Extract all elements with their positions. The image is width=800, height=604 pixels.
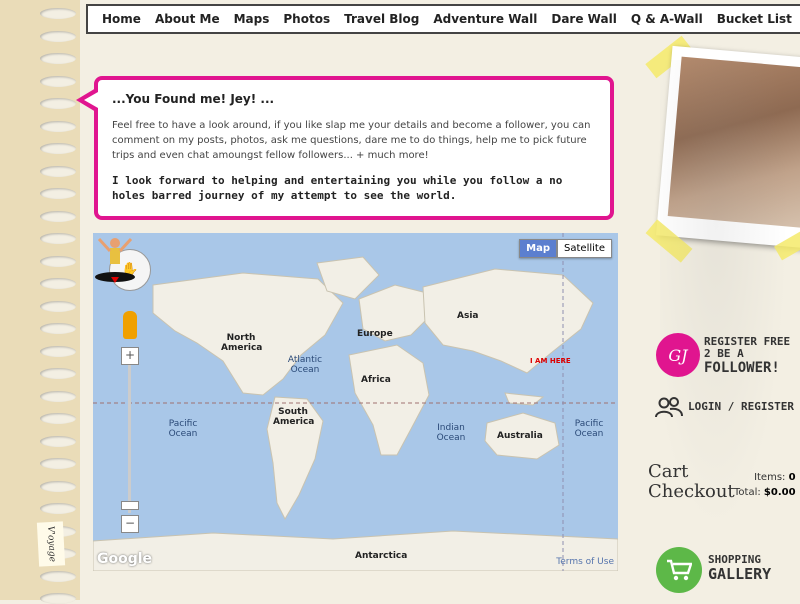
google-logo: Google: [97, 551, 153, 567]
background-sketch: [660, 60, 800, 580]
cart-total-label: Total:: [734, 487, 761, 498]
zoom-slider-track[interactable]: [128, 365, 131, 513]
paper-hole: [40, 75, 76, 87]
cart-title-line1: Cart: [648, 461, 689, 482]
shop-line2: GALLERY: [708, 565, 772, 583]
label-north-america: North America: [221, 333, 263, 353]
main-nav: Home About Me Maps Photos Travel Blog Ad…: [86, 4, 800, 34]
welcome-title: ...You Found me! Jey! ...: [112, 92, 275, 106]
nav-maps[interactable]: Maps: [234, 12, 270, 26]
register-line3: FOLLOWER!: [704, 360, 780, 376]
paper-hole: [40, 368, 76, 379]
paper-hole: [40, 53, 76, 64]
label-australia: Australia: [497, 431, 543, 441]
paper-hole: [40, 8, 76, 19]
paper-hole: [40, 300, 76, 312]
map-type-satellite-button[interactable]: Satellite: [557, 239, 612, 258]
nav-qa-wall[interactable]: Q & A-Wall: [631, 12, 703, 26]
paper-hole: [40, 188, 76, 199]
paper-hole: [40, 165, 76, 177]
register-line2: 2 BE A: [704, 347, 744, 360]
map-type-toggle: Map Satellite: [519, 239, 612, 258]
nav-bucket-list[interactable]: Bucket List: [717, 12, 792, 26]
users-icon: [654, 396, 684, 418]
label-indian-ocean: Indian Ocean: [436, 423, 466, 443]
cart-title-line2: Checkout: [648, 481, 735, 502]
nav-home[interactable]: Home: [102, 12, 141, 26]
paper-hole: [40, 435, 76, 447]
welcome-body: Feel free to have a look around, if you …: [112, 120, 591, 161]
paper-hole: [40, 390, 76, 402]
cart-items-label: Items:: [754, 472, 786, 483]
nav-dare-wall[interactable]: Dare Wall: [551, 12, 616, 26]
cart-stats: Items: 0 Total: $0.00: [734, 470, 796, 500]
paper-hole: [40, 210, 76, 222]
paper-hole: [40, 255, 76, 267]
label-africa: Africa: [361, 375, 391, 385]
location-marker-icon[interactable]: [93, 233, 137, 283]
paper-hole: [40, 503, 76, 514]
paper-hole: [40, 413, 76, 424]
label-asia: Asia: [457, 311, 479, 321]
map-type-map-button[interactable]: Map: [519, 239, 558, 258]
shopping-cart-icon[interactable]: [656, 547, 702, 593]
nav-travel-blog[interactable]: Travel Blog: [344, 12, 419, 26]
paper-hole: [40, 233, 76, 244]
torn-paper-strip: [0, 0, 80, 604]
shopping-gallery-link[interactable]: SHOPPING GALLERY: [708, 554, 771, 583]
world-map[interactable]: Map Satellite ✋ + − North America Europe…: [93, 233, 618, 571]
zoom-slider-thumb[interactable]: [121, 501, 139, 510]
register-link[interactable]: REGISTER FREE 2 BE A FOLLOWER!: [704, 336, 800, 377]
label-pacific-ocean-right: Pacific Ocean: [574, 419, 604, 439]
label-pacific-ocean-left: Pacific Ocean: [168, 419, 198, 439]
marker-label: I AM HERE: [530, 357, 571, 365]
paper-hole: [40, 458, 76, 469]
zoom-out-button[interactable]: −: [121, 515, 139, 533]
label-europe: Europe: [357, 329, 393, 339]
welcome-strong: I look forward to helping and entertaini…: [112, 174, 563, 202]
paper-hole: [40, 98, 76, 109]
paper-hole: [40, 278, 76, 289]
map-terms-link[interactable]: Terms of Use: [556, 557, 614, 567]
welcome-bubble: ...You Found me! Jey! ... Feel free to h…: [94, 76, 614, 220]
paper-hole: [40, 323, 76, 334]
paper-hole: [40, 480, 76, 492]
paper-hole: [40, 143, 76, 154]
cart-checkout-link[interactable]: Cart Checkout: [648, 462, 735, 502]
register-badge-icon[interactable]: GJ: [656, 333, 700, 377]
nav-about-me[interactable]: About Me: [155, 12, 220, 26]
zoom-in-button[interactable]: +: [121, 347, 139, 365]
label-south-america: South America: [273, 407, 315, 427]
paper-hole: [40, 120, 76, 132]
nav-photos[interactable]: Photos: [283, 12, 330, 26]
paper-hole: [40, 593, 76, 604]
bubble-tail-inner: [84, 92, 98, 108]
cart-items-value: 0: [788, 472, 796, 483]
paper-hole: [40, 570, 76, 582]
cart-total-value: $0.00: [763, 487, 796, 498]
map-land-svg: [93, 233, 618, 571]
paper-hole: [40, 30, 76, 42]
paper-hole: [40, 345, 76, 357]
label-atlantic-ocean: Atlantic Ocean: [287, 355, 323, 375]
pegman-icon[interactable]: [123, 311, 137, 339]
nav-adventure-wall[interactable]: Adventure Wall: [433, 12, 537, 26]
side-tag: V'oyage: [36, 521, 66, 567]
land-africa: [348, 344, 430, 456]
login-register-link[interactable]: LOGIN / REGISTER: [688, 400, 794, 413]
label-antarctica: Antarctica: [355, 551, 408, 561]
